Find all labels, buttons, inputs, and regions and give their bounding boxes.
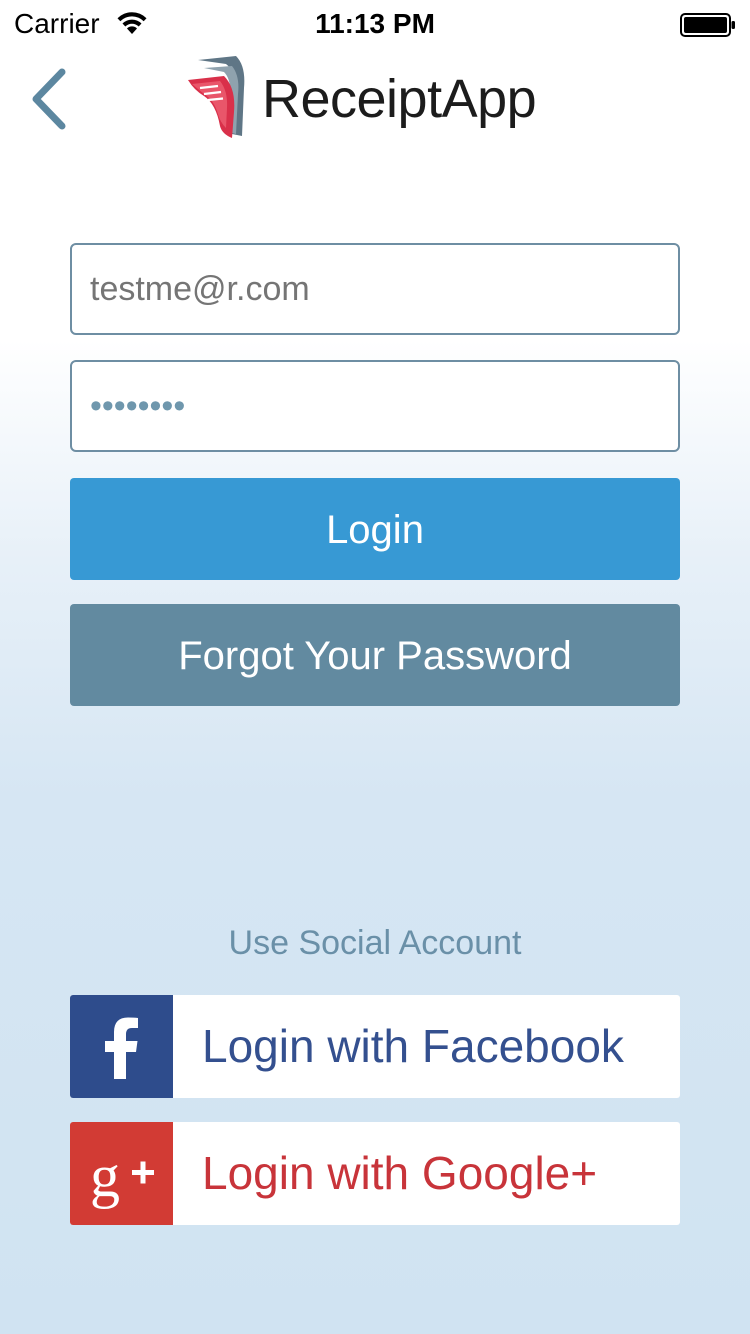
clock: 11:13 PM	[315, 8, 435, 39]
chevron-left-icon	[32, 68, 66, 130]
facebook-icon	[105, 1017, 138, 1079]
email-field[interactable]	[70, 243, 680, 335]
status-bar: Carrier 11:13 PM	[0, 0, 750, 50]
forgot-password-button[interactable]: Forgot Your Password	[70, 604, 680, 706]
google-login-button[interactable]: g Login with Google+	[70, 1122, 680, 1225]
app-header: ReceiptApp	[0, 50, 750, 150]
facebook-login-label: Login with Facebook	[202, 1020, 624, 1072]
receipt-logo-icon	[188, 56, 245, 138]
facebook-icon-box	[70, 995, 173, 1098]
password-field[interactable]	[70, 360, 680, 452]
facebook-login-button[interactable]: Login with Facebook	[70, 995, 680, 1098]
battery-full-icon	[680, 13, 735, 37]
google-login-label: Login with Google+	[202, 1147, 598, 1199]
google-plus-icon-box: g	[70, 1122, 173, 1225]
app-name: ReceiptApp	[262, 69, 537, 129]
google-plus-icon: g	[90, 1143, 154, 1209]
back-button[interactable]	[22, 66, 78, 132]
login-button[interactable]: Login	[70, 478, 680, 580]
svg-text:g: g	[90, 1143, 120, 1209]
social-heading: Use Social Account	[228, 924, 522, 962]
